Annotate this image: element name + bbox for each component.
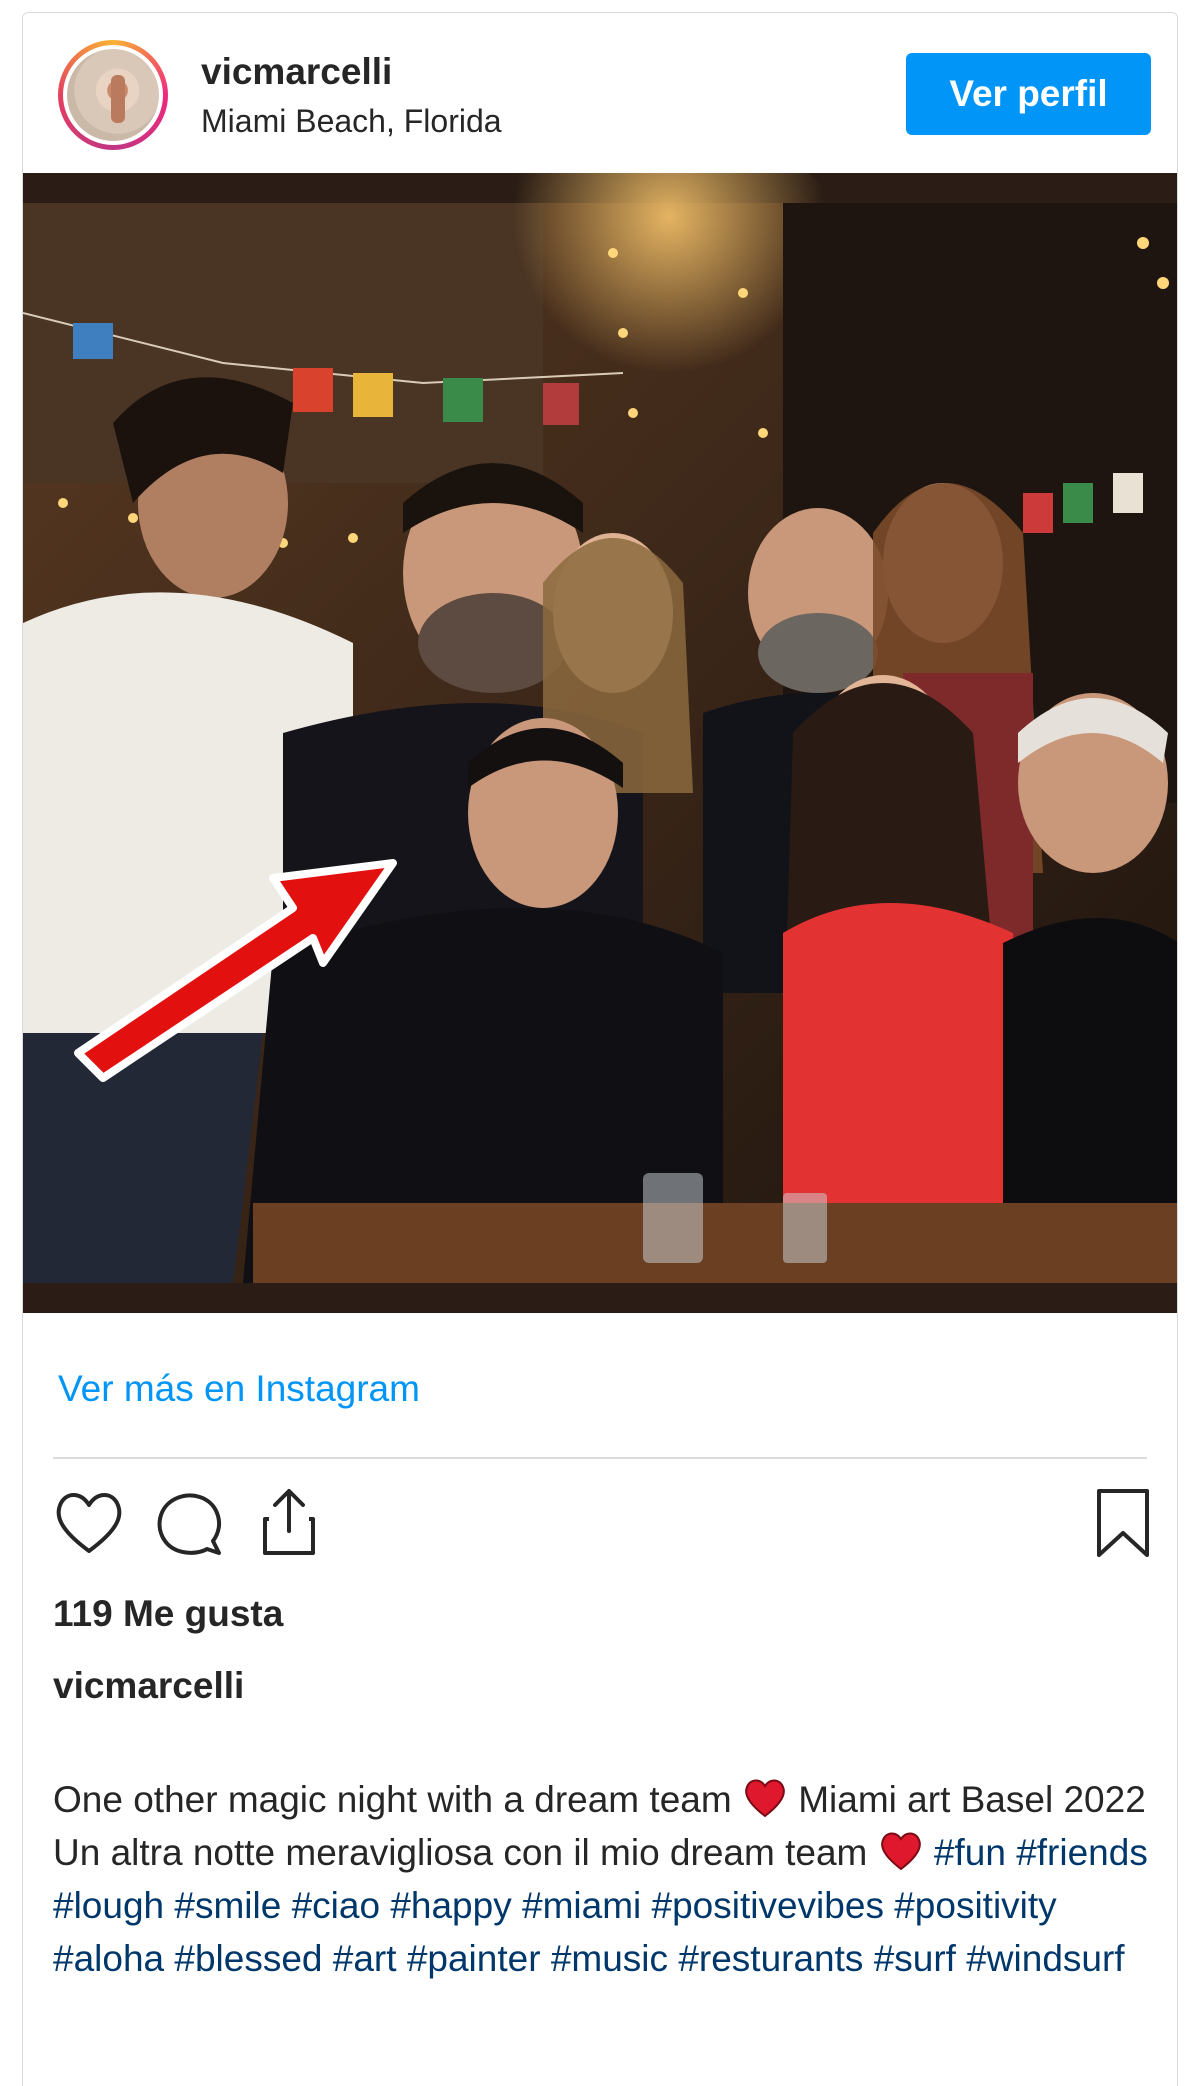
party-photo-illustration (23, 173, 1177, 1313)
hashtag[interactable]: #resturants (678, 1938, 863, 1979)
caption-username[interactable]: vicmarcelli (53, 1665, 244, 1707)
hashtag[interactable]: #blessed (174, 1938, 322, 1979)
instagram-embed: vicmarcelli Miami Beach, Florida Ver per… (22, 12, 1178, 2086)
caption-text-en: One other magic night with a dream team (53, 1779, 732, 1820)
hashtag[interactable]: #ciao (292, 1885, 380, 1926)
hashtag[interactable]: #miami (522, 1885, 641, 1926)
caption-text-en-2: Miami art Basel 2022 (798, 1779, 1146, 1820)
username[interactable]: vicmarcelli (201, 51, 392, 93)
post-header: vicmarcelli Miami Beach, Florida Ver per… (23, 13, 1177, 173)
hashtag[interactable]: #friends (1016, 1832, 1148, 1873)
avatar (63, 45, 163, 145)
share-upload-icon[interactable] (249, 1483, 329, 1563)
view-more-on-instagram-link[interactable]: Ver más en Instagram (58, 1368, 420, 1410)
hashtag[interactable]: #art (333, 1938, 397, 1979)
bookmark-icon[interactable] (1083, 1483, 1163, 1563)
avatar-story-ring[interactable] (58, 40, 168, 150)
view-profile-button[interactable]: Ver perfil (906, 53, 1151, 135)
hashtag[interactable]: #positivity (894, 1885, 1056, 1926)
hashtag[interactable]: #painter (407, 1938, 541, 1979)
heart-outline-icon[interactable] (49, 1483, 129, 1563)
post-photo[interactable] (23, 173, 1177, 1313)
hashtag[interactable]: #music (551, 1938, 668, 1979)
divider (53, 1457, 1147, 1459)
hashtag[interactable]: #fun (934, 1832, 1006, 1873)
hashtag[interactable]: #smile (174, 1885, 281, 1926)
red-heart-emoji-icon (880, 1832, 921, 1871)
likes-count[interactable]: 119 Me gusta (53, 1593, 283, 1635)
hashtag[interactable]: #happy (390, 1885, 511, 1926)
hashtag[interactable]: #aloha (53, 1938, 164, 1979)
hashtag[interactable]: #lough (53, 1885, 164, 1926)
hashtag[interactable]: #windsurf (966, 1938, 1124, 1979)
action-bar (23, 1483, 1177, 1573)
post-caption: One other magic night with a dream team … (53, 1773, 1163, 1985)
red-heart-emoji-icon (745, 1779, 785, 1818)
comment-bubble-icon[interactable] (149, 1483, 229, 1563)
location[interactable]: Miami Beach, Florida (201, 103, 502, 140)
caption-text-it: Un altra notte meravigliosa con il mio d… (53, 1832, 868, 1873)
hashtag[interactable]: #surf (874, 1938, 956, 1979)
hashtag[interactable]: #positivevibes (652, 1885, 884, 1926)
